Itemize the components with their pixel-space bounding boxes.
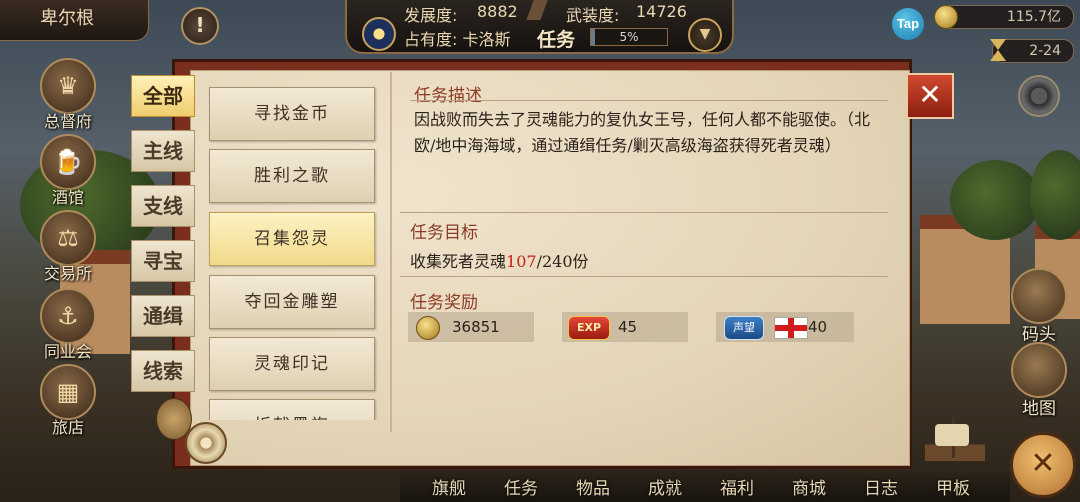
nav-exchange[interactable]: ⚖ 交易所 (23, 210, 113, 284)
menu-log[interactable]: 日志 (864, 474, 898, 499)
tab-side[interactable]: 支线 (131, 185, 195, 227)
cross-flag-icon (774, 317, 808, 339)
section-divider (400, 212, 888, 213)
panel-title: 任务 (537, 29, 576, 51)
tab-main[interactable]: 主线 (131, 130, 195, 172)
hourglass-icon (990, 39, 1006, 61)
tab-clues[interactable]: 线索 (131, 350, 195, 392)
ship-sail (935, 424, 969, 446)
occupancy-progress-bar: 5% (590, 28, 668, 46)
scales-icon: ⚖ (40, 210, 96, 266)
background-tree (950, 160, 1040, 240)
nav-label: 交易所 (43, 264, 92, 283)
nav-label: 总督府 (43, 112, 92, 131)
section-divider (400, 276, 888, 277)
tab-wanted[interactable]: 通缉 (131, 295, 195, 337)
gold-coin-icon (934, 5, 958, 29)
chevron-down-icon[interactable]: ▼ (688, 18, 722, 52)
tab-treasure[interactable]: 寻宝 (131, 240, 195, 282)
nav-label: 旅店 (51, 418, 84, 437)
quest-item[interactable]: 灵魂印记 (209, 337, 375, 391)
alert-button[interactable]: ! (181, 7, 219, 45)
gold-amount: 115.7亿 (1006, 9, 1061, 25)
armament-label: 武装度: (566, 6, 620, 25)
reward-reputation: 声望 40 (716, 312, 854, 342)
list-divider (390, 72, 392, 432)
compass-icon (185, 422, 227, 464)
reward-exp: EXP 45 (562, 312, 688, 342)
nav-guild[interactable]: ⚓ 同业会 (23, 288, 113, 362)
section-divider (410, 100, 888, 101)
close-icon[interactable]: ✕ (906, 73, 954, 119)
goal-title: 任务目标 (410, 223, 478, 243)
goal-current-count: 107 (506, 252, 537, 271)
nav-label: 同业会 (43, 342, 92, 361)
quest-item[interactable]: 夺回金雕塑 (209, 275, 375, 329)
reward-reputation-value: 40 (808, 318, 828, 336)
beer-mug-icon: 🍺 (40, 134, 96, 190)
quest-item[interactable]: 胜利之歌 (209, 149, 375, 203)
nav-tavern[interactable]: 🍺 酒馆 (23, 134, 113, 208)
armament-value: 14726 (636, 2, 687, 21)
dock-icon (1011, 268, 1067, 324)
development-value: 8882 (477, 2, 518, 21)
goal-text: 收集死者灵魂107/240份 (410, 248, 589, 272)
reward-title: 任务奖励 (410, 293, 478, 313)
gold-counter: 115.7亿 (938, 5, 1074, 29)
quest-item[interactable]: 寻找金币 (209, 87, 375, 141)
quest-list[interactable]: 寻找金币 胜利之歌 召集怨灵 夺回金雕塑 灵魂印记 折戟黑旗 (205, 80, 385, 420)
nation-flag-icon (362, 17, 396, 51)
occupancy-text: 占有度: 卡洛斯 (404, 30, 511, 49)
tap-button[interactable]: Tap (892, 8, 924, 40)
reward-gold: 36851 (408, 312, 534, 342)
menu-flagship[interactable]: 旗舰 (432, 474, 466, 499)
tab-all[interactable]: 全部 (131, 75, 195, 117)
nav-inn[interactable]: ▦ 旅店 (23, 364, 113, 438)
development-label: 发展度: (404, 6, 458, 25)
description-text: 因战败而失去了灵魂能力的复仇女王号，任何人都不能驱使。（北欧/地中海海域，通过通… (414, 110, 871, 155)
goal-suffix: /240份 (536, 252, 589, 271)
menu-shop[interactable]: 商城 (792, 474, 826, 499)
shield-anchor-icon: ⚓ (40, 288, 96, 344)
menu-rewards[interactable]: 福利 (720, 474, 754, 499)
quest-item-selected[interactable]: 召集怨灵 (209, 212, 375, 266)
map-button[interactable]: 地图 (1004, 342, 1074, 419)
exp-badge-icon: EXP (568, 316, 610, 340)
dock-button[interactable]: 码头 (1004, 268, 1074, 345)
reward-gold-value: 36851 (452, 318, 500, 336)
gold-coin-icon (416, 316, 440, 340)
date-text: 2-24 (1029, 43, 1061, 59)
location-label: 卑尔根 (0, 0, 149, 41)
bottom-menu-bar (400, 470, 1010, 502)
map-scroll-icon (1011, 342, 1067, 398)
nav-governor[interactable]: ♛ 总督府 (23, 58, 113, 132)
nav-label: 酒馆 (51, 188, 84, 207)
menu-items[interactable]: 物品 (576, 474, 610, 499)
reputation-badge-icon: 声望 (724, 316, 764, 340)
quest-item[interactable]: 折戟黑旗 (209, 399, 375, 420)
description-title: 任务描述 (414, 86, 482, 106)
menu-quests[interactable]: 任务 (504, 474, 538, 499)
basket-icon: ▦ (40, 364, 96, 420)
progress-text: 5% (619, 30, 639, 44)
menu-achievements[interactable]: 成就 (648, 474, 682, 499)
goal-prefix: 收集死者灵魂 (410, 252, 507, 271)
gear-icon[interactable] (1018, 75, 1060, 117)
crossed-swords-menu-icon[interactable]: ✕ (1010, 432, 1076, 498)
reward-exp-value: 45 (618, 318, 638, 336)
map-label: 地图 (1022, 399, 1056, 419)
crown-icon: ♛ (40, 58, 96, 114)
